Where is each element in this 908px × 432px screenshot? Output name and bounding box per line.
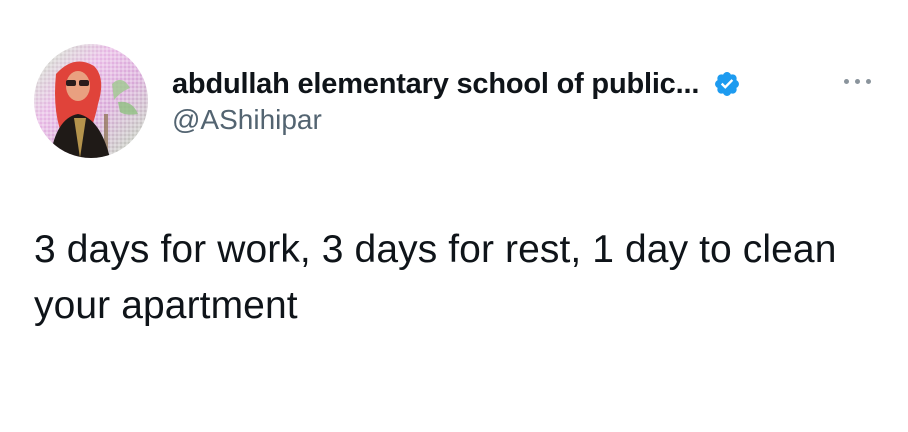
author-name-row: abdullah elementary school of public... <box>172 64 741 104</box>
author-handle[interactable]: @AShihipar <box>172 104 322 136</box>
tweet-body-text: 3 days for work, 3 days for rest, 1 day … <box>34 228 837 327</box>
tweet-card: abdullah elementary school of public... … <box>0 0 908 432</box>
avatar[interactable] <box>34 44 148 158</box>
more-options-icon[interactable] <box>838 70 878 94</box>
verified-badge-icon <box>713 70 741 98</box>
avatar-illustration <box>50 61 138 158</box>
author-display-name[interactable]: abdullah elementary school of public... <box>172 68 699 101</box>
